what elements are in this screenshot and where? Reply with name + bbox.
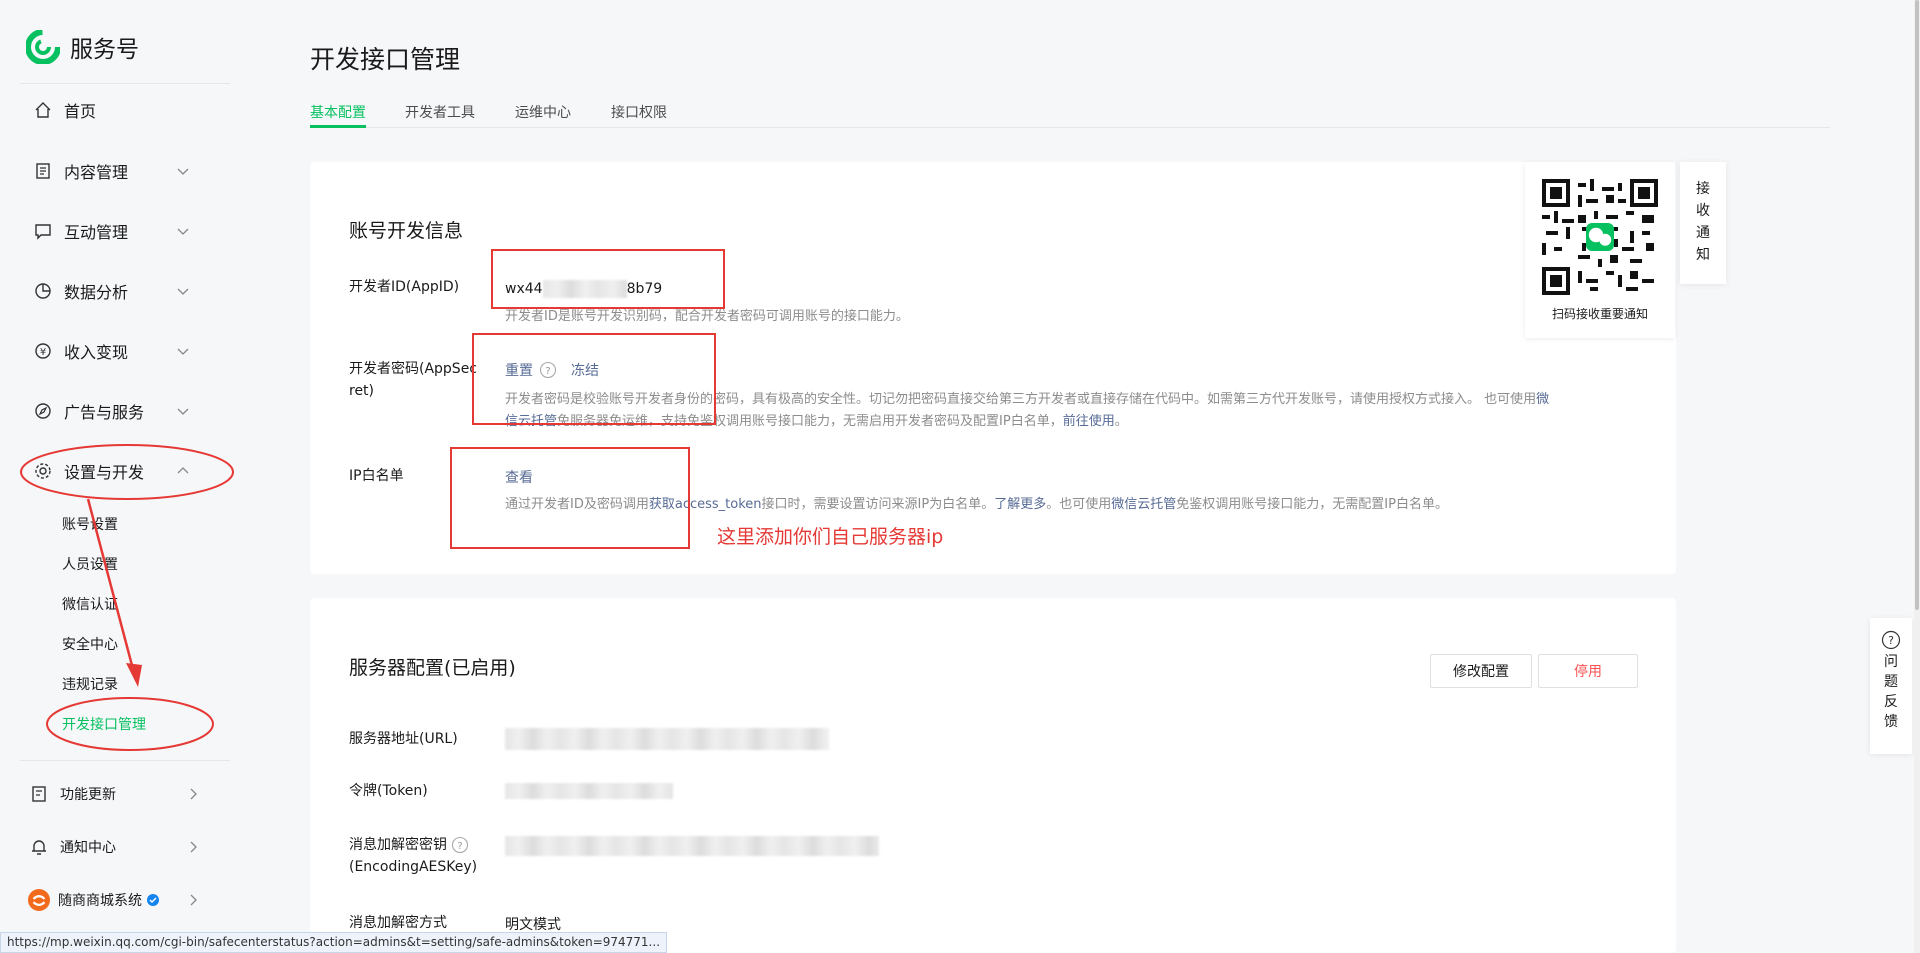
nav-feature-updates[interactable]: 功能更新: [30, 782, 200, 806]
tab-api-permissions[interactable]: 接口权限: [611, 102, 667, 122]
secret-label-1: 开发者密码(AppSec: [349, 361, 478, 377]
nav-label: 互动管理: [64, 223, 129, 242]
tab-ops-center[interactable]: 运维中心: [515, 102, 571, 122]
qr-code-icon: [1542, 179, 1658, 295]
modify-config-button[interactable]: 修改配置: [1430, 654, 1532, 688]
chevron-down-icon: [177, 408, 189, 415]
nav-content[interactable]: 内容管理: [20, 151, 204, 191]
update-icon: [32, 786, 46, 802]
nav-home[interactable]: 首页: [20, 90, 204, 130]
svg-text:¥: ¥: [40, 347, 46, 358]
nav-label: 收入变现: [64, 343, 129, 362]
server-url-redacted: [505, 728, 829, 750]
brand-name: 服务号: [70, 37, 139, 63]
annotation-box: [491, 249, 725, 309]
svg-text:?: ?: [457, 841, 462, 852]
cloudbase-link[interactable]: 微信云托管: [1111, 497, 1176, 512]
desc-text: 。也可使用: [1046, 497, 1112, 512]
divider: [20, 83, 230, 84]
appid-desc: 开发者ID是账号开发识别码，配合开发者密码可调用账号的接口能力。: [505, 309, 909, 324]
nav-analytics[interactable]: 数据分析: [20, 271, 204, 311]
nav-label: 数据分析: [64, 283, 129, 302]
desc-text: 。: [1114, 414, 1128, 429]
tab-bar: 基本配置 开发者工具 运维中心 接口权限: [310, 100, 1830, 128]
tab-basic-config[interactable]: 基本配置: [310, 102, 366, 122]
feedback-tab[interactable]: ? 问题反馈: [1870, 618, 1912, 754]
encryption-mode-value: 明文模式: [505, 917, 561, 933]
encryption-mode-label: 消息加解密方式: [349, 915, 447, 931]
nav-label: 内容管理: [64, 163, 129, 182]
learn-more-link[interactable]: 了解更多: [994, 497, 1046, 512]
account-switcher[interactable]: 随商商城系统: [28, 888, 200, 912]
server-config-card: 服务器配置(已启用) 修改配置 停用 服务器地址(URL) 令牌(Token) …: [310, 598, 1676, 953]
avatar-icon: [28, 889, 50, 911]
yen-icon: ¥: [35, 343, 51, 359]
compass-icon: [35, 403, 51, 419]
aes-key-label-text: 消息加解密密钥: [349, 837, 447, 853]
aes-key-redacted: [505, 836, 879, 856]
nav-ads[interactable]: 广告与服务: [20, 391, 204, 431]
home-icon: [35, 102, 51, 118]
feedback-label: 问题反馈: [1884, 654, 1898, 730]
annotation-ellipse: [20, 444, 234, 500]
section-title: 账号开发信息: [349, 220, 464, 242]
aes-key-label-sub: (EncodingAESKey): [349, 859, 478, 875]
chevron-down-icon: [177, 288, 189, 295]
go-use-link[interactable]: 前往使用: [1063, 414, 1115, 429]
verified-badge-icon: [147, 894, 159, 906]
nav-interaction[interactable]: 互动管理: [20, 211, 204, 251]
token-redacted: [505, 783, 673, 799]
annotation-ellipse: [46, 697, 214, 751]
annotation-box: [472, 333, 716, 425]
appid-label: 开发者ID(AppID): [349, 279, 460, 295]
nav-label: 功能更新: [60, 787, 116, 803]
account-dev-info-card: 账号开发信息 开发者ID(AppID) wx44 8b79 开发者ID是账号开发…: [310, 162, 1676, 574]
divider: [20, 760, 230, 761]
token-label: 令牌(Token): [349, 783, 428, 799]
chevron-down-icon: [177, 228, 189, 235]
receive-notification-tab[interactable]: 接收通知: [1680, 162, 1726, 284]
page-title: 开发接口管理: [310, 45, 461, 74]
ip-whitelist-label: IP白名单: [349, 468, 404, 484]
nav-label: 通知中心: [60, 840, 116, 856]
document-icon: [36, 163, 50, 179]
nav-notifications[interactable]: 通知中心: [30, 835, 200, 859]
chevron-right-icon: [190, 894, 197, 906]
qr-notification-card[interactable]: 扫码接收重要通知: [1525, 162, 1675, 338]
tab-dev-tools[interactable]: 开发者工具: [405, 102, 475, 122]
annotation-box: [450, 447, 690, 549]
pie-chart-icon: [35, 283, 51, 299]
chevron-right-icon: [190, 788, 197, 800]
bell-icon: [32, 840, 46, 855]
svg-text:?: ?: [1888, 634, 1894, 647]
sidebar: 服务号 首页 内容管理 互动管理 数据分析 ¥ 收入变现 广告与服务 设置与开发…: [0, 0, 234, 953]
aes-key-label: 消息加解密密钥 ?: [349, 834, 469, 856]
chevron-down-icon: [177, 348, 189, 355]
desc-text: 接口时，需要设置访问来源IP为白名单。: [761, 497, 995, 512]
help-icon: ?: [1881, 630, 1901, 650]
logo-icon: [26, 30, 60, 64]
nav-revenue[interactable]: ¥ 收入变现: [20, 331, 204, 371]
active-tab-indicator: [310, 125, 366, 128]
chat-icon: [35, 224, 51, 240]
annotation-text: 这里添加你们自己服务器ip: [717, 526, 944, 548]
scrollbar-thumb[interactable]: [1915, 0, 1919, 610]
cloudbase-link[interactable]: 微: [1536, 392, 1549, 407]
chevron-right-icon: [190, 841, 197, 853]
disable-button[interactable]: 停用: [1538, 654, 1638, 688]
secret-label-2: ret): [349, 383, 375, 399]
qr-caption: 扫码接收重要通知: [1551, 307, 1648, 321]
browser-status-url: https://mp.weixin.qq.com/cgi-bin/safecen…: [0, 932, 668, 953]
desc-text: 免鉴权调用账号接口能力，无需配置IP白名单。: [1176, 497, 1448, 512]
nav-label: 首页: [64, 102, 97, 121]
account-name: 随商商城系统: [58, 893, 142, 909]
chevron-down-icon: [177, 168, 189, 175]
brand[interactable]: 服务号: [26, 30, 139, 64]
server-url-label: 服务器地址(URL): [349, 731, 458, 747]
help-icon[interactable]: ?: [451, 836, 469, 854]
annotation-arrow: [86, 498, 142, 687]
section-title: 服务器配置(已启用): [349, 657, 516, 679]
nav-label: 广告与服务: [64, 403, 145, 422]
